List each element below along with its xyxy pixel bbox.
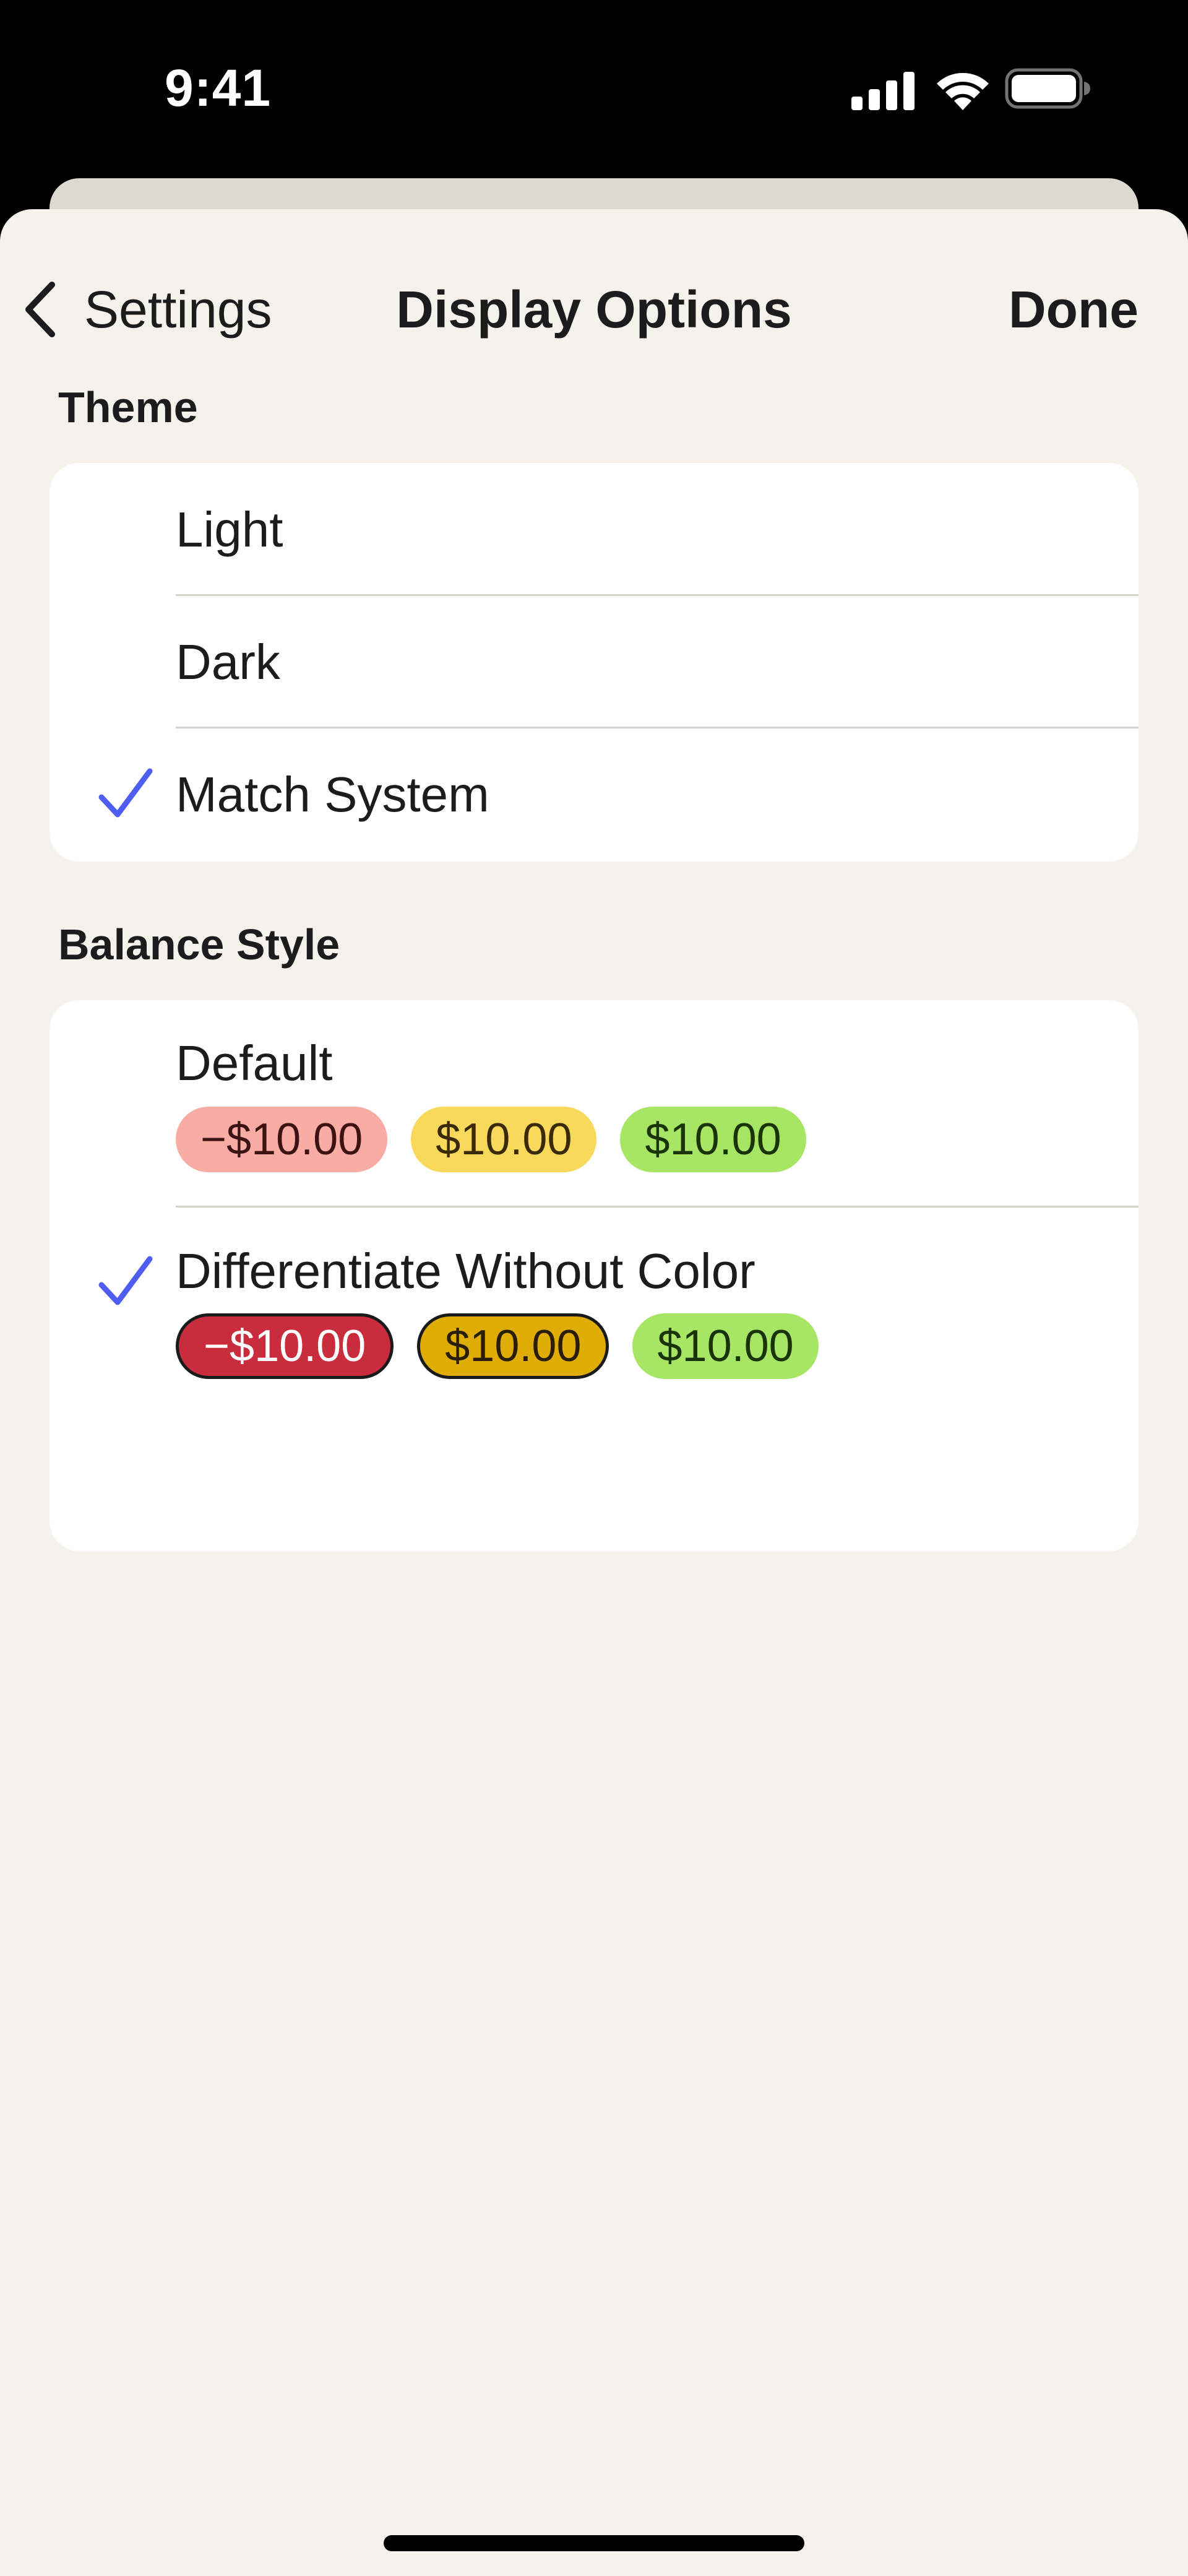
battery-icon <box>1005 68 1090 109</box>
theme-option-label: Match System <box>176 767 489 822</box>
balance-style-section-header: Balance Style <box>58 920 340 969</box>
display-options-sheet: Settings Display Options Done Theme Ligh… <box>0 209 1188 2576</box>
screen: 9:41 Settings Display Options Done Theme… <box>0 0 1188 2576</box>
status-icons <box>851 66 1090 113</box>
balance-pill-positive: $10.00 <box>632 1313 819 1379</box>
theme-option-label: Light <box>176 502 283 557</box>
balance-style-option-default[interactable]: Default −$10.00 $10.00 $10.00 <box>50 1000 1138 1207</box>
theme-option-label: Dark <box>176 634 280 689</box>
balance-pill-positive: $10.00 <box>620 1107 806 1172</box>
chevron-left-icon <box>25 282 55 337</box>
cellular-signal-icon <box>851 72 915 110</box>
balance-style-option-label: Differentiate Without Color <box>176 1243 755 1299</box>
theme-option-dark[interactable]: Dark <box>50 595 1138 728</box>
balance-preview-pills: −$10.00 $10.00 $10.00 <box>176 1313 819 1379</box>
checkmark-icon <box>98 768 153 818</box>
done-button[interactable]: Done <box>1009 266 1138 353</box>
wifi-icon <box>937 72 989 110</box>
balance-preview-pills: −$10.00 $10.00 $10.00 <box>176 1107 806 1172</box>
balance-pill-neutral: $10.00 <box>417 1313 609 1379</box>
balance-pill-negative: −$10.00 <box>176 1313 394 1379</box>
theme-option-light[interactable]: Light <box>50 463 1138 595</box>
balance-style-option-label: Default <box>176 1035 333 1091</box>
home-indicator[interactable] <box>384 2535 804 2551</box>
balance-pill-neutral: $10.00 <box>411 1107 597 1172</box>
theme-section-header: Theme <box>58 383 198 431</box>
back-button[interactable]: Settings <box>22 266 272 353</box>
checkmark-icon <box>98 1256 153 1305</box>
balance-pill-negative: −$10.00 <box>176 1107 388 1172</box>
back-label: Settings <box>84 280 272 339</box>
theme-option-match-system[interactable]: Match System <box>50 728 1138 862</box>
theme-options-group: Light Dark Match System <box>50 463 1138 862</box>
balance-style-option-differentiate-without-color[interactable]: Differentiate Without Color −$10.00 $10.… <box>50 1207 1138 1551</box>
status-bar: 9:41 <box>0 0 1188 178</box>
balance-style-options-group: Default −$10.00 $10.00 $10.00 Differenti… <box>50 1000 1138 1551</box>
status-time: 9:41 <box>165 59 272 117</box>
